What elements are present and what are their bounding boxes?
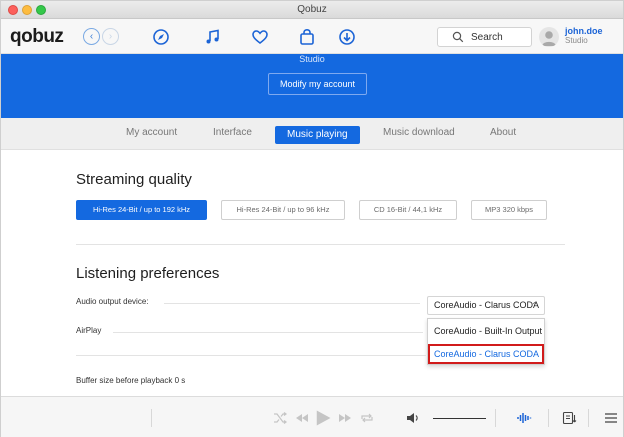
chevron-left-icon: ‹ xyxy=(89,31,94,42)
subscription-label: Studio xyxy=(299,54,325,64)
download-icon[interactable] xyxy=(337,27,357,47)
quality-option-mp3[interactable]: MP3 320 kbps xyxy=(471,200,547,220)
volume-icon[interactable] xyxy=(405,410,421,426)
quality-option-cd[interactable]: CD 16-Bit / 44,1 kHz xyxy=(359,200,457,220)
section-divider xyxy=(76,244,565,245)
tab-about[interactable]: About xyxy=(490,127,516,138)
next-icon[interactable] xyxy=(337,410,353,426)
shopping-bag-icon[interactable] xyxy=(297,27,317,47)
previous-icon[interactable] xyxy=(294,410,310,426)
audio-output-label: Audio output device: xyxy=(76,297,149,306)
qobuz-logo[interactable]: qobuz xyxy=(10,26,64,48)
toolbar: qobuz ‹ › Search john.doe Studio xyxy=(1,19,623,54)
settings-tabs: My account Interface Music playing Music… xyxy=(1,118,623,150)
audio-output-value: CoreAudio - Clarus CODA xyxy=(434,300,540,310)
quality-option-hires-96[interactable]: Hi-Res 24-Bit / up to 96 kHz xyxy=(221,200,345,220)
buffer-size-label: Buffer size before playback 0 s xyxy=(76,376,186,385)
account-banner: Studio Modify my account xyxy=(1,54,623,118)
menu-option-clarus-coda[interactable]: CoreAudio - Clarus CODA xyxy=(428,344,544,364)
tab-music-playing[interactable]: Music playing xyxy=(275,126,360,144)
quality-option-hires-192[interactable]: Hi-Res 24-Bit / up to 192 kHz xyxy=(76,200,207,220)
audio-output-leader-line xyxy=(164,303,420,304)
airplay-label: AirPlay xyxy=(76,326,102,335)
list-icon[interactable] xyxy=(603,410,619,426)
chevron-right-icon: › xyxy=(108,31,113,42)
avatar[interactable] xyxy=(539,27,559,47)
equalizer-icon[interactable] xyxy=(516,410,532,426)
modify-account-button[interactable]: Modify my account xyxy=(268,73,367,95)
audio-output-menu: CoreAudio - Built-In Output CoreAudio - … xyxy=(427,318,545,365)
user-plan: Studio xyxy=(565,36,588,45)
player-bar xyxy=(1,396,623,437)
player-divider-2 xyxy=(495,409,496,427)
back-button[interactable]: ‹ xyxy=(83,28,100,45)
search-placeholder: Search xyxy=(471,32,503,43)
tab-music-download[interactable]: Music download xyxy=(383,127,455,138)
app-window: Qobuz qobuz ‹ › Search john.doe Studio S… xyxy=(0,0,624,437)
repeat-icon[interactable] xyxy=(359,410,375,426)
menu-option-built-in-output[interactable]: CoreAudio - Built-In Output xyxy=(428,321,544,341)
tab-interface[interactable]: Interface xyxy=(213,127,252,138)
audio-output-select[interactable]: CoreAudio - Clarus CODA ⌃ xyxy=(427,296,545,315)
heart-icon[interactable] xyxy=(250,27,270,47)
shuffle-icon[interactable] xyxy=(272,410,288,426)
search-field[interactable]: Search xyxy=(437,27,532,47)
tab-my-account[interactable]: My account xyxy=(126,127,177,138)
player-divider-4 xyxy=(588,409,589,427)
queue-icon[interactable] xyxy=(561,410,577,426)
player-divider xyxy=(151,409,152,427)
listening-preferences-heading: Listening preferences xyxy=(76,265,220,282)
volume-slider[interactable] xyxy=(433,418,486,419)
chevron-up-icon: ⌃ xyxy=(531,301,538,310)
user-name[interactable]: john.doe xyxy=(565,26,603,36)
player-divider-3 xyxy=(548,409,549,427)
title-bar: Qobuz xyxy=(1,1,623,19)
streaming-quality-heading: Streaming quality xyxy=(76,171,192,188)
play-icon[interactable] xyxy=(313,408,333,428)
window-title: Qobuz xyxy=(297,4,327,15)
search-icon xyxy=(452,31,464,43)
compass-icon[interactable] xyxy=(151,27,171,47)
forward-button[interactable]: › xyxy=(102,28,119,45)
airplay-leader-line xyxy=(113,332,423,333)
music-note-icon[interactable] xyxy=(203,27,223,47)
section-divider-2 xyxy=(76,355,426,356)
